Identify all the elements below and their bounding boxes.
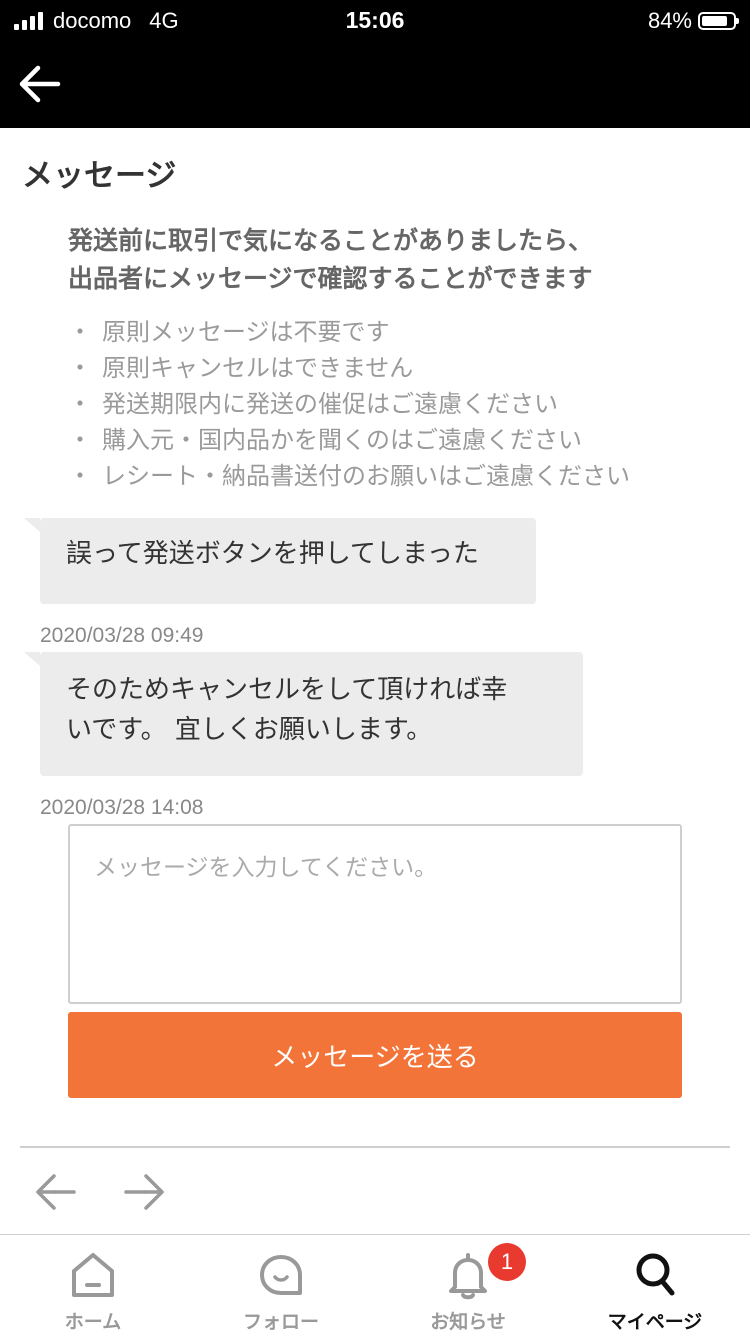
tab-follow[interactable]: フォロー [206, 1235, 356, 1335]
message-text: いです。 宜しくお願いします。 [66, 715, 433, 745]
arrow-left-icon [19, 65, 61, 103]
browser-forward-button[interactable] [120, 1172, 168, 1212]
search-icon [636, 1253, 675, 1296]
tab-label: ホーム [64, 1311, 122, 1333]
status-right: 84% [647, 8, 739, 34]
notification-badge: 1 [488, 1243, 526, 1281]
arrow-right-icon [124, 1174, 164, 1210]
tab-mypage[interactable]: マイページ [580, 1235, 730, 1335]
notice-rule: 原則メッセージは不要です [68, 314, 630, 350]
notice-rule: 購入元・国内品かを聞くのはご遠慮ください [68, 422, 630, 458]
message-bubble: 誤って発送ボタンを押してしまった [24, 518, 536, 604]
tab-label: マイページ [607, 1311, 703, 1333]
battery-icon [698, 12, 739, 30]
notice-rule: レシート・納品書送付のお願いはご遠慮ください [68, 458, 630, 494]
battery-percent: 84% [647, 8, 692, 33]
message-bubble: そのためキャンセルをして頂ければ幸 いです。 宜しくお願いします。 [24, 652, 583, 776]
tab-label: お知らせ [430, 1311, 506, 1333]
arrow-left-icon [36, 1174, 76, 1210]
notice-rules-list: 原則メッセージは不要です 原則キャンセルはできません 発送期限内に発送の催促はご… [68, 314, 630, 494]
bell-icon [449, 1253, 487, 1300]
notice-rule: 原則キャンセルはできません [68, 350, 630, 386]
notice-heading-line: 出品者にメッセージで確認することができます [68, 264, 593, 293]
tab-bar: ホーム フォロー お知らせ マイページ [0, 1234, 750, 1335]
notice-heading: 発送前に取引で気になることがありましたら、 出品者にメッセージで確認することがで… [68, 222, 708, 298]
message-input[interactable] [68, 824, 682, 1004]
status-bar: docomo 4G 15:06 84% [0, 0, 750, 40]
message-text: 誤って発送ボタンを押してしまった [66, 539, 479, 569]
message-timestamp: 2020/03/28 14:08 [40, 796, 204, 819]
divider [20, 1146, 730, 1148]
tab-label: フォロー [242, 1311, 319, 1333]
clock: 15:06 [345, 7, 405, 33]
send-message-button[interactable]: メッセージを送る [68, 1012, 682, 1098]
message-text: そのためキャンセルをして頂ければ幸 [66, 675, 508, 705]
notice-rule: 発送期限内に発送の催促はご遠慮ください [68, 386, 630, 422]
message-timestamp: 2020/03/28 09:49 [40, 624, 204, 647]
page-title: メッセージ [22, 158, 177, 194]
notice-heading-line: 発送前に取引で気になることがありましたら、 [68, 226, 594, 255]
follow-icon [260, 1255, 302, 1295]
browser-nav [0, 1150, 750, 1234]
browser-back-button[interactable] [32, 1172, 80, 1212]
back-button[interactable] [14, 58, 66, 110]
nav-bar [0, 40, 750, 128]
home-icon [72, 1253, 114, 1297]
tab-home[interactable]: ホーム [18, 1235, 168, 1335]
